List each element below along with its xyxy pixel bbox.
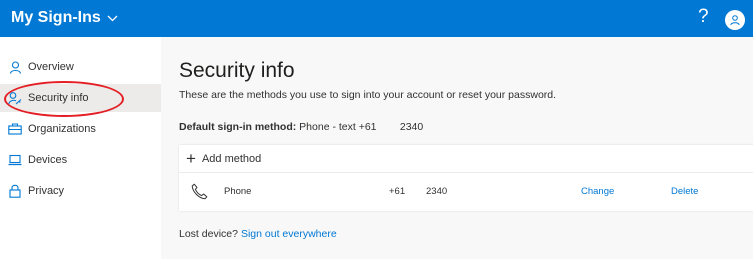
default-method-value: Phone - text +61 2340 <box>296 121 424 133</box>
method-number: 2340 <box>426 186 448 197</box>
app-title: My Sign-Ins <box>11 9 101 26</box>
add-method-label: Add method <box>201 152 262 165</box>
person-icon <box>8 60 22 74</box>
lost-device-label: Lost device? <box>179 228 238 240</box>
lost-device-text: Lost device? Sign out everywhere <box>179 228 337 240</box>
default-sign-in-method: Default sign-in method: Phone - text +61… <box>179 121 423 133</box>
briefcase-icon <box>8 122 22 136</box>
sidebar-item-security-info[interactable]: Security info <box>0 84 161 112</box>
sidebar-item-overview[interactable]: Overview <box>0 53 161 81</box>
sidebar-item-label: Privacy <box>28 185 65 197</box>
sidebar-item-privacy[interactable]: Privacy <box>0 177 161 205</box>
sidebar: Overview Security info Organizations Dev… <box>0 37 161 259</box>
sidebar-item-devices[interactable]: Devices <box>0 146 161 174</box>
sign-out-everywhere-link[interactable]: Sign out everywhere <box>241 228 337 240</box>
method-country-code: +61 <box>389 186 406 197</box>
sidebar-item-label: Overview <box>28 61 74 73</box>
plus-icon: + <box>186 149 196 168</box>
page-title: Security info <box>179 59 295 82</box>
sidebar-item-label: Security info <box>28 92 89 104</box>
chevron-down-icon <box>107 15 118 22</box>
avatar[interactable] <box>725 10 745 30</box>
sidebar-item-label: Organizations <box>28 123 96 135</box>
app-title-menu[interactable]: My Sign-Ins <box>11 9 118 27</box>
phone-icon <box>191 183 208 203</box>
laptop-icon <box>8 153 22 167</box>
default-method-label: Default sign-in method: <box>179 121 297 133</box>
sidebar-item-organizations[interactable]: Organizations <box>0 115 161 143</box>
top-bar: My Sign-Ins ? <box>0 0 753 37</box>
lock-icon <box>8 184 22 198</box>
delete-link[interactable]: Delete <box>671 186 698 197</box>
help-icon[interactable]: ? <box>698 6 709 28</box>
sidebar-item-label: Devices <box>28 154 68 166</box>
method-row: Phone +61 2340 Change Delete <box>179 173 753 211</box>
add-method-button[interactable]: + Add method <box>179 145 753 173</box>
change-link[interactable]: Change <box>581 186 614 197</box>
method-type: Phone <box>224 186 252 197</box>
person-icon <box>730 15 740 26</box>
main-content: Security info These are the methods you … <box>161 37 753 259</box>
page-subtitle: These are the methods you use to sign in… <box>179 89 557 101</box>
methods-card: + Add method Phone +61 2340 Change Delet… <box>179 145 753 211</box>
security-key-person-icon <box>8 91 22 105</box>
